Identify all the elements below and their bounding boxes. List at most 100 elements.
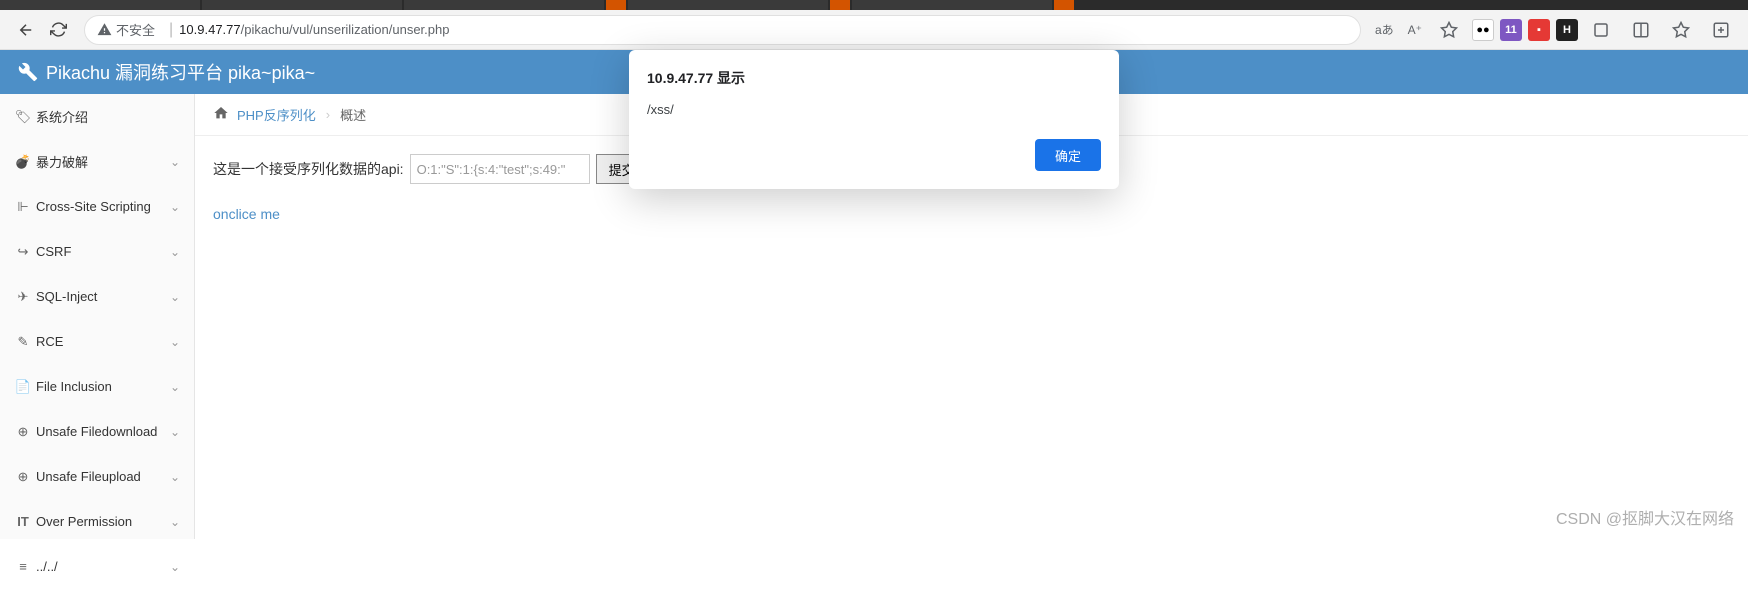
download-icon: ⊕ bbox=[14, 424, 32, 440]
browser-tab[interactable] bbox=[628, 0, 828, 10]
browser-tab[interactable] bbox=[202, 0, 402, 10]
sidebar-item-label: Unsafe Fileupload bbox=[36, 469, 170, 484]
browser-tabs-bar bbox=[0, 0, 1748, 10]
wrench-icon bbox=[18, 62, 38, 82]
sidebar: 🏷 系统介绍 💣 暴力破解 ⌄ ⊩ Cross-Site Scripting ⌄… bbox=[0, 94, 195, 539]
chevron-down-icon: ⌄ bbox=[170, 515, 180, 529]
list-icon: ≡ bbox=[14, 559, 32, 574]
address-bar[interactable]: 不安全 | 10.9.47.77/pikachu/vul/unserilizat… bbox=[84, 15, 1361, 45]
chevron-down-icon: ⌄ bbox=[170, 155, 180, 169]
chevron-down-icon: ⌄ bbox=[170, 380, 180, 394]
extension-icon[interactable]: H bbox=[1556, 19, 1578, 41]
chevron-down-icon: ⌄ bbox=[170, 425, 180, 439]
sidebar-item-label: Over Permission bbox=[36, 514, 170, 529]
browser-tab[interactable] bbox=[830, 0, 850, 10]
watermark: CSDN @抠脚大汉在网络 bbox=[1556, 505, 1734, 529]
sidebar-item-label: ../../ bbox=[36, 559, 170, 574]
sidebar-item-label: Cross-Site Scripting bbox=[36, 199, 170, 214]
sidebar-item-download[interactable]: ⊕ Unsafe Filedownload ⌄ bbox=[0, 409, 194, 454]
chevron-down-icon: ⌄ bbox=[170, 200, 180, 214]
bomb-icon: 💣 bbox=[14, 154, 32, 170]
translate-indicator[interactable]: aあ bbox=[1371, 21, 1398, 38]
chevron-down-icon: ⌄ bbox=[170, 470, 180, 484]
file-icon: 📄 bbox=[14, 379, 32, 395]
favorite-button[interactable] bbox=[1432, 14, 1466, 46]
ok-button[interactable]: 确定 bbox=[1035, 139, 1101, 171]
chevron-down-icon: ⌄ bbox=[170, 290, 180, 304]
alert-dialog: 10.9.47.77 显示 /xss/ 确定 bbox=[629, 50, 1119, 189]
upload-icon: ⊕ bbox=[14, 469, 32, 485]
breadcrumb-link[interactable]: PHP反序列化 bbox=[237, 105, 316, 124]
dialog-actions: 确定 bbox=[647, 139, 1101, 171]
star-plus-icon bbox=[1672, 21, 1690, 39]
collections-button[interactable] bbox=[1704, 14, 1738, 46]
browser-tab[interactable] bbox=[0, 0, 200, 10]
back-button[interactable] bbox=[10, 14, 42, 46]
extensions-button[interactable] bbox=[1584, 14, 1618, 46]
sidebar-item-label: RCE bbox=[36, 334, 170, 349]
refresh-icon bbox=[50, 21, 67, 38]
reader-indicator[interactable]: A⁺ bbox=[1404, 23, 1426, 37]
chevron-down-icon: ⌄ bbox=[170, 335, 180, 349]
result-row: onclice me bbox=[213, 206, 1730, 222]
star-icon bbox=[1440, 21, 1458, 39]
sidebar-item-xss[interactable]: ⊩ Cross-Site Scripting ⌄ bbox=[0, 184, 194, 229]
warning-icon bbox=[97, 22, 112, 37]
sidebar-item-rce[interactable]: ✎ RCE ⌄ bbox=[0, 319, 194, 364]
extension-icon[interactable]: ▪ bbox=[1528, 19, 1550, 41]
it-icon: IT bbox=[14, 514, 32, 529]
sidebar-item-label: 暴力破解 bbox=[36, 152, 170, 171]
serialize-input[interactable] bbox=[410, 154, 590, 184]
sidebar-item-label: SQL-Inject bbox=[36, 289, 170, 304]
chevron-down-icon: ⌄ bbox=[170, 245, 180, 259]
separator: | bbox=[169, 21, 173, 39]
extension-letter: H bbox=[1563, 24, 1571, 36]
puzzle-icon bbox=[1592, 21, 1610, 39]
sidebar-item-csrf[interactable]: ↪ CSRF ⌄ bbox=[0, 229, 194, 274]
insecure-indicator: 不安全 bbox=[97, 20, 155, 39]
arrow-left-icon bbox=[17, 21, 35, 39]
browser-toolbar: 不安全 | 10.9.47.77/pikachu/vul/unserilizat… bbox=[0, 10, 1748, 50]
browser-tab[interactable] bbox=[852, 0, 1052, 10]
sidebar-item-fileinc[interactable]: 📄 File Inclusion ⌄ bbox=[0, 364, 194, 409]
sidebar-item-label: File Inclusion bbox=[36, 379, 170, 394]
browser-tab[interactable] bbox=[606, 0, 626, 10]
api-label: 这是一个接受序列化数据的api: bbox=[213, 159, 404, 179]
link-icon: ↪ bbox=[14, 244, 32, 260]
sidebar-item-label: Unsafe Filedownload bbox=[36, 424, 170, 439]
sidebar-item-bruteforce[interactable]: 💣 暴力破解 ⌄ bbox=[0, 139, 194, 184]
extension-icon[interactable]: ●● bbox=[1472, 19, 1494, 41]
sidebar-item-intro[interactable]: 🏷 系统介绍 bbox=[0, 94, 194, 139]
url-text: 10.9.47.77/pikachu/vul/unserilization/un… bbox=[179, 22, 449, 37]
url-host: 10.9.47.77 bbox=[179, 22, 240, 37]
sidebar-item-label: 系统介绍 bbox=[36, 107, 180, 126]
toolbar-right: aあ A⁺ ●● 11 ▪ H bbox=[1371, 14, 1738, 46]
dialog-body: /xss/ bbox=[647, 102, 1101, 117]
tag-icon: 🏷 bbox=[14, 109, 32, 125]
sidebar-item-upload[interactable]: ⊕ Unsafe Fileupload ⌄ bbox=[0, 454, 194, 499]
refresh-button[interactable] bbox=[42, 14, 74, 46]
extension-icon[interactable]: 11 bbox=[1500, 19, 1522, 41]
sitemap-icon: ⊩ bbox=[14, 199, 32, 215]
breadcrumb-separator: › bbox=[326, 107, 330, 122]
sidebar-item-overperm[interactable]: IT Over Permission ⌄ bbox=[0, 499, 194, 544]
onclick-link[interactable]: onclice me bbox=[213, 206, 280, 222]
plus-box-icon bbox=[1712, 21, 1730, 39]
dialog-title: 10.9.47.77 显示 bbox=[647, 68, 1101, 88]
pencil-icon: ✎ bbox=[14, 334, 32, 350]
sidebar-item-sqli[interactable]: ✈ SQL-Inject ⌄ bbox=[0, 274, 194, 319]
home-icon[interactable] bbox=[213, 105, 229, 124]
split-icon bbox=[1632, 21, 1650, 39]
app-title: Pikachu 漏洞练习平台 pika~pika~ bbox=[46, 59, 315, 85]
browser-tab[interactable] bbox=[404, 0, 604, 10]
extension-badge: 11 bbox=[1505, 24, 1517, 36]
split-button[interactable] bbox=[1624, 14, 1658, 46]
favorites-button[interactable] bbox=[1664, 14, 1698, 46]
url-path: /pikachu/vul/unserilization/unser.php bbox=[241, 22, 450, 37]
insecure-label: 不安全 bbox=[116, 20, 155, 39]
chevron-down-icon: ⌄ bbox=[170, 560, 180, 574]
browser-tab[interactable] bbox=[1054, 0, 1074, 10]
sidebar-item-traversal[interactable]: ≡ ../../ ⌄ bbox=[0, 544, 194, 589]
sidebar-item-label: CSRF bbox=[36, 244, 170, 259]
plane-icon: ✈ bbox=[14, 289, 32, 305]
